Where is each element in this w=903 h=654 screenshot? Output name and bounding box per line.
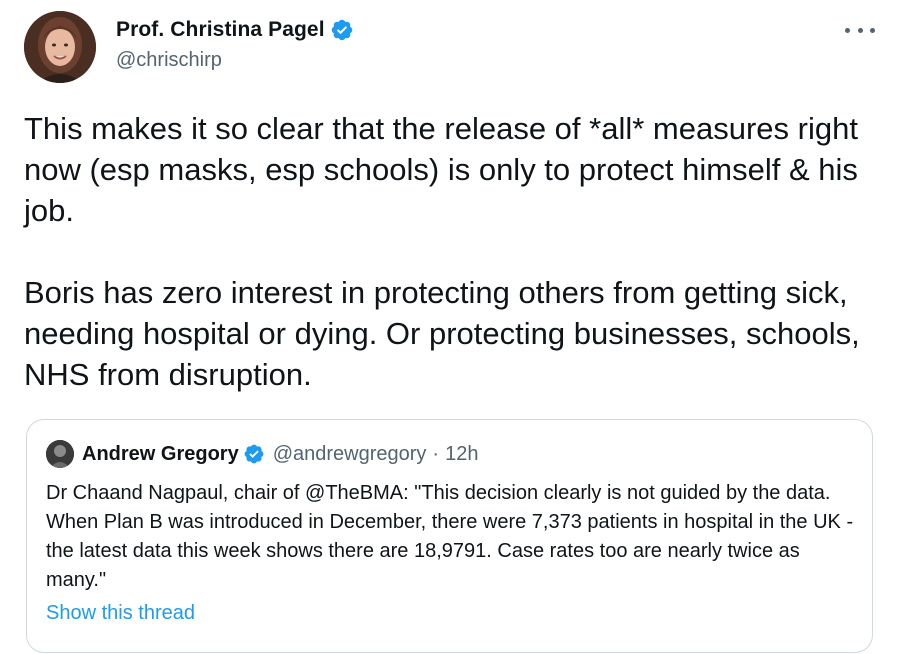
- profile-photo-icon: [24, 11, 96, 83]
- quoted-tweet[interactable]: Andrew Gregory @andrewgregory · 12h Dr C…: [26, 419, 873, 653]
- quoted-author-avatar[interactable]: [46, 440, 74, 468]
- author-block: Prof. Christina Pagel @chrischirp: [116, 16, 354, 72]
- quoted-tweet-text: Dr Chaand Nagpaul, chair of @TheBMA: "Th…: [46, 482, 854, 591]
- quoted-tweet-timestamp[interactable]: 12h: [445, 443, 478, 466]
- separator-dot: ·: [432, 442, 440, 465]
- tweet: Prof. Christina Pagel @chrischirp This m…: [0, 0, 903, 654]
- dot-icon: [870, 27, 875, 33]
- author-handle[interactable]: @chrischirp: [116, 49, 354, 72]
- quoted-profile-photo-icon: [46, 440, 74, 468]
- quoted-tweet-header: Andrew Gregory @andrewgregory · 12h: [46, 440, 478, 468]
- verified-badge-icon: [331, 19, 352, 41]
- author-name-row: Prof. Christina Pagel: [116, 16, 354, 44]
- quoted-author-name[interactable]: Andrew Gregory: [82, 443, 239, 466]
- dot-icon: [845, 27, 850, 33]
- more-options-button[interactable]: [845, 20, 875, 40]
- author-avatar[interactable]: [24, 11, 96, 83]
- dot-icon: [857, 27, 863, 33]
- quoted-verified-badge-icon: [244, 444, 264, 464]
- author-display-name[interactable]: Prof. Christina Pagel: [116, 18, 325, 42]
- quoted-author-handle[interactable]: @andrewgregory: [273, 443, 427, 466]
- tweet-text: This makes it so clear that the release …: [24, 111, 860, 392]
- show-thread-link[interactable]: Show this thread: [46, 602, 195, 625]
